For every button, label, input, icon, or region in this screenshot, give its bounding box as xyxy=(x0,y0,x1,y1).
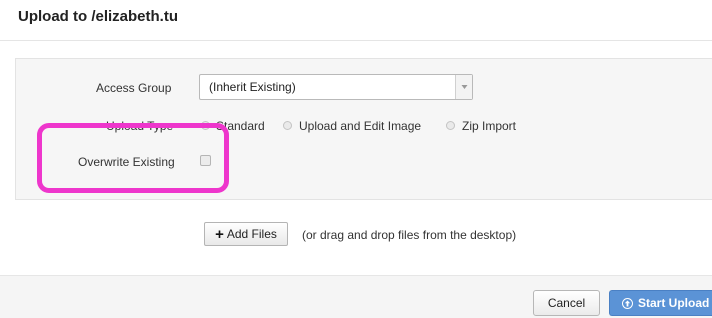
dialog-footer xyxy=(0,275,712,318)
start-upload-label: Start Upload xyxy=(638,296,710,310)
upload-type-zip-import-radio[interactable] xyxy=(446,121,455,130)
add-files-button[interactable]: + Add Files xyxy=(204,222,288,246)
upload-icon xyxy=(622,297,633,309)
dialog-title: Upload to /elizabeth.tu xyxy=(18,8,178,25)
access-group-select[interactable]: (Inherit Existing) xyxy=(199,74,473,100)
add-files-label: Add Files xyxy=(226,227,277,241)
access-group-label: Access Group xyxy=(96,81,172,95)
plus-icon: + xyxy=(215,225,224,243)
upload-type-edit-image-label: Upload and Edit Image xyxy=(299,119,422,133)
title-divider xyxy=(0,40,712,41)
upload-type-edit-image-radio[interactable] xyxy=(283,121,292,130)
upload-type-zip-import-label: Zip Import xyxy=(462,119,517,133)
chevron-down-icon xyxy=(455,75,472,99)
access-group-value: (Inherit Existing) xyxy=(209,80,296,94)
cancel-button[interactable]: Cancel xyxy=(533,290,600,316)
drop-hint: (or drag and drop files from the desktop… xyxy=(302,228,517,242)
start-upload-button[interactable]: Start Upload xyxy=(609,290,712,316)
annotation-highlight xyxy=(37,123,229,193)
